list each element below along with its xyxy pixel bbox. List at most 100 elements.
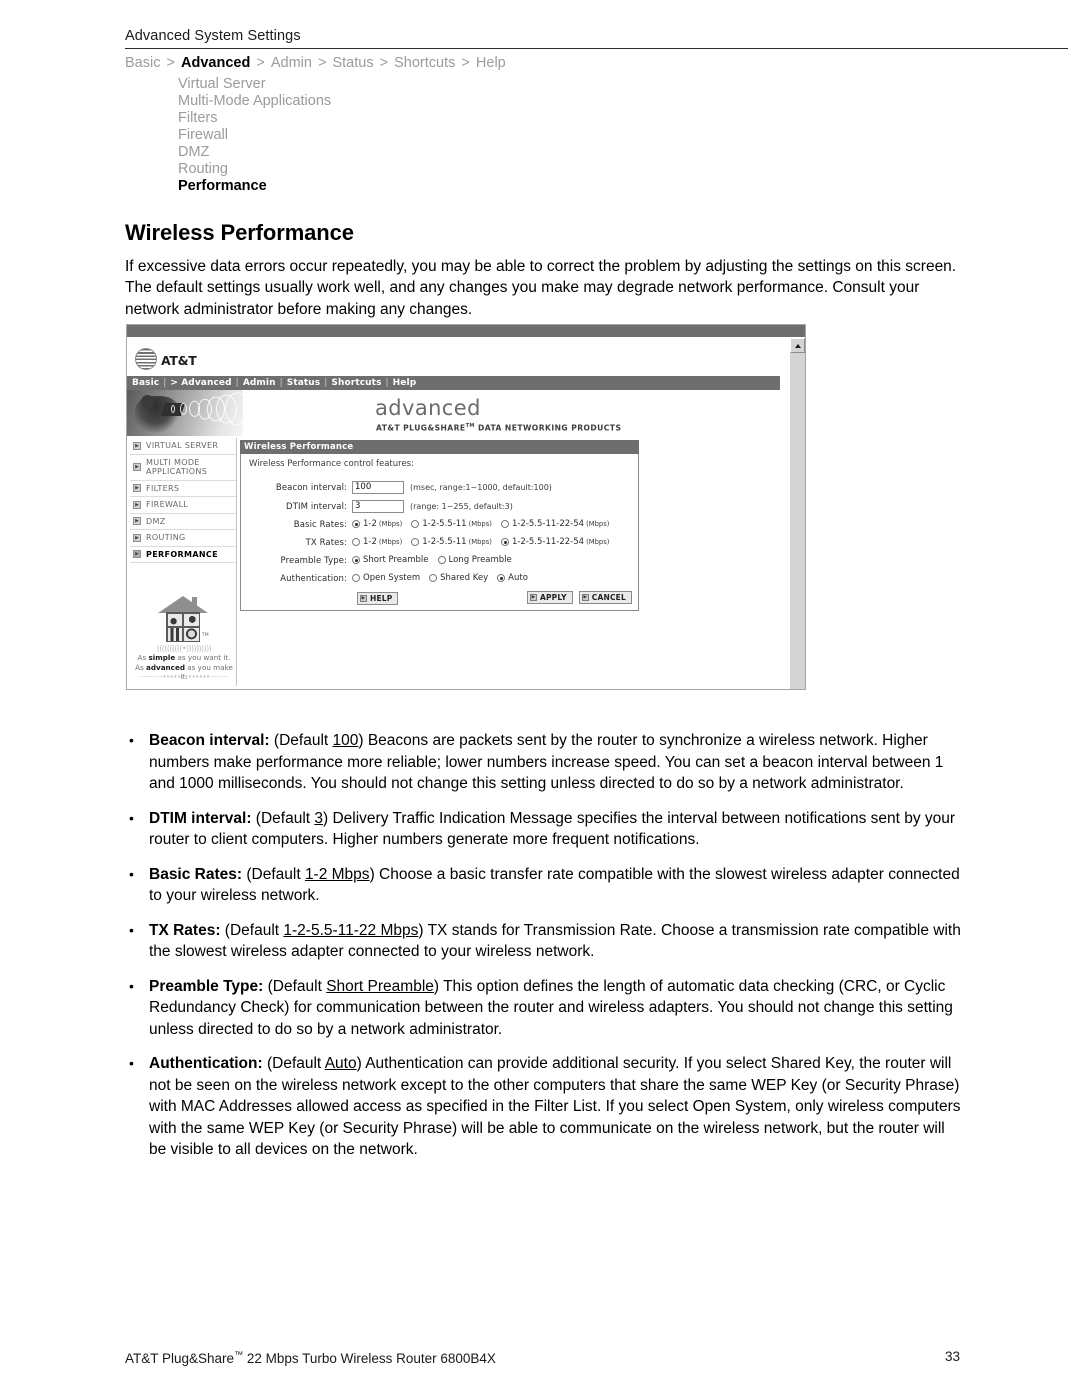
router-nav-separator: | xyxy=(163,378,167,388)
authentication-option-1[interactable]: Open System xyxy=(352,573,420,583)
tx-rates-options[interactable]: 1-2 (Mbps) 1-2-5.5-11 (Mbps) 1-2-5.5-11-22-5… xyxy=(352,537,618,549)
basic-rates-option-unit: (Mbps) xyxy=(378,520,403,528)
panel-button-row: ▶ APPLY ▶ CANCEL xyxy=(247,591,632,604)
subnav-item-firewall[interactable]: Firewall xyxy=(178,127,331,144)
breadcrumb-item-shortcuts[interactable]: Shortcuts xyxy=(394,55,455,71)
basic-rates-option-1[interactable]: 1-2 (Mbps) xyxy=(352,519,402,529)
router-sidebar-item-virtual-server[interactable]: ▶ VIRTUAL SERVER xyxy=(130,438,236,455)
menu-arrow-icon: ▶ xyxy=(133,463,141,471)
help-button[interactable]: ▶ HELP xyxy=(357,592,399,605)
router-nav-bar[interactable]: Basic | > Advanced | Admin | Status | Shortcuts |… xyxy=(127,376,780,390)
router-sidebar-item-multi-mode-applications[interactable]: ▶ MULTI MODE APPLICATIONS xyxy=(130,455,236,481)
apply-button[interactable]: ▶ APPLY xyxy=(526,591,573,604)
preamble-type-radio-2[interactable] xyxy=(437,556,446,564)
preamble-type-label: Preamble Type: xyxy=(280,556,347,566)
setting-term: Beacon interval: xyxy=(149,732,270,749)
breadcrumb-item-advanced[interactable]: Advanced xyxy=(181,55,250,71)
wireless-performance-panel: Wireless Performance Wireless Performanc… xyxy=(240,440,639,611)
tx-rates-label: TX Rates: xyxy=(305,538,347,548)
subnav-item-multi-mode-applications[interactable]: Multi-Mode Applications xyxy=(178,93,331,110)
tx-rates-option-1[interactable]: 1-2 (Mbps) xyxy=(352,537,402,547)
breadcrumb-separator: > xyxy=(252,55,269,71)
setting-description: This option defines the length of automa… xyxy=(149,977,953,1038)
cancel-button[interactable]: ▶ CANCEL xyxy=(578,591,632,604)
setting-default-value: 1-2 Mbps xyxy=(304,865,370,883)
router-nav-item-basic[interactable]: Basic xyxy=(132,378,159,388)
menu-arrow-icon: ▶ xyxy=(133,484,141,493)
subnav-item-virtual-server[interactable]: Virtual Server xyxy=(178,76,331,93)
subnav-item-dmz[interactable]: DMZ xyxy=(178,144,331,161)
beacon-interval-label: Beacon interval: xyxy=(275,482,347,493)
promo-dot-rule: ·············•••••••••••••·············· xyxy=(140,673,228,681)
authentication-radio-1[interactable] xyxy=(352,574,360,582)
breadcrumb-item-status[interactable]: Status xyxy=(332,55,373,71)
window-pane-2 xyxy=(183,613,199,627)
cancel-glyph-icon: ▶ xyxy=(581,594,589,601)
wifi-arc xyxy=(180,402,188,416)
setting-bullet-dtim-interval: DTIM interval: (Default 3) Delivery Traf… xyxy=(125,808,963,851)
router-nav-item-help[interactable]: Help xyxy=(393,378,417,388)
authentication-options[interactable]: Open System Shared Key Auto xyxy=(352,573,537,585)
subnav-item-filters[interactable]: Filters xyxy=(178,110,331,127)
router-nav-separator: | xyxy=(235,378,239,388)
authentication-option-3[interactable]: Auto xyxy=(497,573,528,583)
tx-rates-radio-3[interactable] xyxy=(500,538,509,546)
running-head-rule xyxy=(125,48,1068,49)
router-sidebar-item-label: ROUTING xyxy=(146,533,186,542)
basic-rates-radio-2[interactable] xyxy=(411,520,420,528)
breadcrumb-item-basic[interactable]: Basic xyxy=(125,55,160,71)
tx-rates-option-unit: (Mbps) xyxy=(378,538,403,546)
authentication-radio-3[interactable] xyxy=(497,574,506,582)
router-nav-item-admin[interactable]: Admin xyxy=(243,378,276,388)
authentication-option-label: Auto xyxy=(508,573,528,583)
preamble-type-option-1[interactable]: Short Preamble xyxy=(352,555,429,565)
router-nav-item-status[interactable]: Status xyxy=(287,378,321,388)
setting-bullet-tx-rates: TX Rates: (Default 1-2-5.5-11-22 Mbps) T… xyxy=(125,920,963,963)
vertical-scrollbar[interactable] xyxy=(789,338,805,689)
setting-description: Choose a basic transfer rate compatible … xyxy=(149,865,960,905)
apply-glyph-icon: ▶ xyxy=(529,594,537,601)
breadcrumb-item-help[interactable]: Help xyxy=(476,55,506,71)
help-button-label: HELP xyxy=(370,594,393,603)
router-nav-item-shortcuts[interactable]: Shortcuts xyxy=(331,378,381,388)
breadcrumb-item-admin[interactable]: Admin xyxy=(271,55,312,71)
authentication-radio-2[interactable] xyxy=(429,574,438,582)
dtim-interval-input[interactable]: 3 xyxy=(352,500,404,513)
basic-rates-option-unit: (Mbps) xyxy=(468,520,492,528)
tx-rates-option-2[interactable]: 1-2-5.5-11 (Mbps) xyxy=(411,537,492,547)
subnav-item-performance[interactable]: Performance xyxy=(178,178,331,195)
router-sidebar-item-firewall[interactable]: ▶ FIREWALL xyxy=(130,497,236,514)
router-sidebar-item-label: FILTERS xyxy=(146,483,180,493)
tx-rates-option-3[interactable]: 1-2-5.5-11-22-54 (Mbps) xyxy=(500,537,610,547)
beacon-interval-input[interactable]: 100 xyxy=(352,481,404,494)
router-sidebar-item-routing[interactable]: ▶ ROUTING xyxy=(130,530,236,547)
router-sidebar-item-performance[interactable]: ▶ PERFORMANCE xyxy=(130,547,236,563)
basic-rates-options[interactable]: 1-2 (Mbps) 1-2-5.5-11 (Mbps) 1-2-5.5-11-22-5… xyxy=(352,519,618,531)
router-sidebar-item-filters[interactable]: ▶ FILTERS xyxy=(130,481,236,497)
setting-term: Basic Rates: xyxy=(149,865,243,883)
preamble-type-radio-1[interactable] xyxy=(352,556,360,564)
promo-tm: TM xyxy=(202,633,209,638)
basic-rates-radio-1[interactable] xyxy=(352,520,360,528)
tx-rates-option-unit: (Mbps) xyxy=(586,538,610,546)
basic-rates-radio-3[interactable] xyxy=(500,520,509,528)
tx-rates-radio-1[interactable] xyxy=(352,538,360,546)
panel-title: Wireless Performance xyxy=(240,440,639,454)
preamble-type-option-2[interactable]: Long Preamble xyxy=(437,555,512,565)
scroll-up-button[interactable] xyxy=(790,338,805,353)
router-sidebar-item-dmz[interactable]: ▶ DMZ xyxy=(130,514,236,530)
authentication-row: Authentication: Open System Shared Key Aut… xyxy=(247,573,632,585)
window-pane-1 xyxy=(167,613,183,627)
page-title: Wireless Performance xyxy=(125,219,354,245)
running-head: Advanced System Settings xyxy=(125,28,301,44)
subnav-item-routing[interactable]: Routing xyxy=(178,161,331,178)
router-sidebar-item-label: PERFORMANCE xyxy=(146,549,218,559)
basic-rates-option-2[interactable]: 1-2-5.5-11 (Mbps) xyxy=(411,519,492,529)
subnav-list: Virtual Server Multi-Mode Applications Fil… xyxy=(178,76,331,195)
preamble-type-options[interactable]: Short Preamble Long Preamble xyxy=(352,555,521,567)
tx-rates-radio-2[interactable] xyxy=(411,538,420,546)
router-nav-item-advanced[interactable]: > Advanced xyxy=(170,378,231,388)
authentication-option-2[interactable]: Shared Key xyxy=(429,573,488,583)
basic-rates-option-3[interactable]: 1-2-5.5-11-22-54 (Mbps) xyxy=(500,519,609,529)
intro-paragraph: If excessive data errors occur repeatedl… xyxy=(125,257,957,318)
